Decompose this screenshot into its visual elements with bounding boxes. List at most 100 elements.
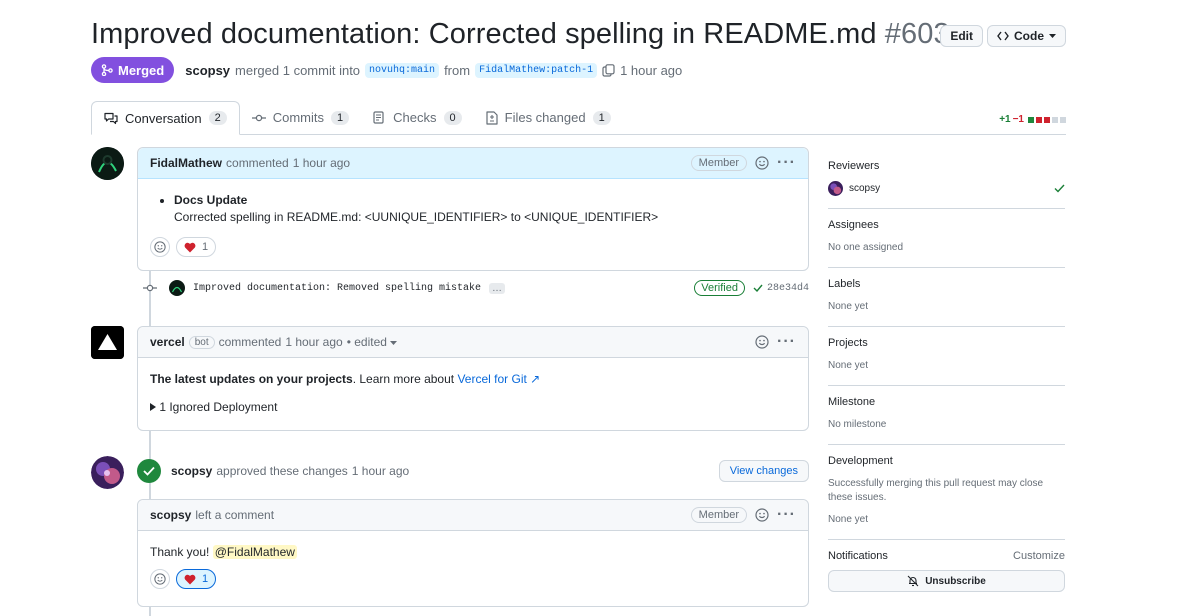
customize-link[interactable]: Customize bbox=[1013, 550, 1065, 562]
projects-title[interactable]: Projects bbox=[828, 337, 1065, 349]
tab-files-changed[interactable]: Files changed 1 bbox=[474, 101, 623, 134]
check-icon bbox=[753, 284, 763, 292]
caret-right-icon bbox=[150, 403, 156, 411]
review-time[interactable]: 1 hour ago bbox=[352, 464, 409, 478]
edit-button[interactable]: Edit bbox=[940, 25, 983, 47]
check-circle-icon bbox=[137, 459, 161, 483]
notifications-section: Notifications Customize Unsubscribe bbox=[828, 540, 1065, 604]
labels-section: Labels None yet bbox=[828, 268, 1065, 327]
bot-badge: bot bbox=[188, 335, 215, 349]
smiley-icon[interactable] bbox=[755, 335, 769, 349]
assignees-title[interactable]: Assignees bbox=[828, 219, 1065, 231]
comment-body: The latest updates on your projects. Lea… bbox=[138, 358, 808, 414]
comment-header: scopsy left a comment Member ··· bbox=[138, 500, 808, 531]
avatar[interactable] bbox=[169, 280, 185, 296]
file-diff-icon bbox=[486, 110, 498, 125]
reactions: 1 bbox=[138, 569, 808, 601]
bullet-title: Docs Update bbox=[174, 193, 248, 207]
checklist-icon bbox=[373, 111, 384, 124]
reactions: 1 bbox=[138, 237, 808, 269]
ignored-deployment-summary[interactable]: 1 Ignored Deployment bbox=[150, 400, 796, 414]
comment-author[interactable]: scopsy bbox=[150, 508, 191, 522]
copy-icon[interactable] bbox=[602, 63, 615, 77]
pr-title: Improved documentation: Corrected spelli… bbox=[91, 18, 950, 50]
pr-sidebar: Reviewers scopsy Assignees No one assign… bbox=[828, 150, 1065, 604]
reviewers-section: Reviewers scopsy bbox=[828, 150, 1065, 209]
heart-reaction[interactable]: 1 bbox=[176, 237, 217, 257]
labels-title[interactable]: Labels bbox=[828, 278, 1065, 290]
reviewers-title[interactable]: Reviewers bbox=[828, 160, 1065, 172]
notifications-title: Notifications Customize bbox=[828, 550, 1065, 562]
merger-link[interactable]: scopsy bbox=[185, 63, 230, 78]
check-icon bbox=[1054, 184, 1065, 193]
avatar bbox=[828, 181, 843, 196]
comment-header: vercel bot commented 1 hour ago • edited… bbox=[138, 327, 808, 358]
pr-tabs: Conversation 2 Commits 1 Checks 0 Files cha… bbox=[91, 101, 1066, 135]
commit-message[interactable]: Improved documentation: Removed spelling… bbox=[193, 283, 481, 294]
base-branch[interactable]: novuhq:main bbox=[365, 62, 440, 78]
kebab-menu-icon[interactable]: ··· bbox=[777, 334, 796, 350]
comment-time[interactable]: 1 hour ago bbox=[285, 335, 342, 349]
development-section: Development Successfully merging this pu… bbox=[828, 445, 1065, 540]
user-mention[interactable]: @FidalMathew bbox=[212, 545, 297, 559]
add-reaction-button[interactable] bbox=[150, 237, 170, 257]
comment-body: Thank you! @FidalMathew bbox=[150, 545, 297, 559]
comment-header: FidalMathew commented 1 hour ago Member … bbox=[138, 148, 808, 179]
pr-title-row: Improved documentation: Corrected spelli… bbox=[91, 18, 1066, 58]
heart-icon bbox=[184, 574, 196, 584]
role-badge: Member bbox=[690, 507, 748, 523]
avatar[interactable] bbox=[91, 147, 124, 180]
edited-dropdown[interactable]: • edited bbox=[347, 335, 398, 349]
unsubscribe-button[interactable]: Unsubscribe bbox=[828, 570, 1065, 592]
tab-checks[interactable]: Checks 0 bbox=[361, 101, 473, 134]
commit-sha[interactable]: 28e34d4 bbox=[753, 283, 809, 294]
smiley-icon[interactable] bbox=[755, 508, 769, 522]
comment-body: Docs Update Corrected spelling in README.… bbox=[138, 179, 808, 237]
comment-fidalmathew: FidalMathew commented 1 hour ago Member … bbox=[137, 147, 809, 271]
commit-row: Improved documentation: Removed spelling… bbox=[143, 278, 809, 298]
comment-discussion-icon bbox=[104, 112, 118, 124]
vercel-for-git-link[interactable]: Vercel for Git ↗ bbox=[457, 372, 540, 386]
smiley-icon bbox=[154, 573, 166, 585]
kebab-menu-icon[interactable]: ··· bbox=[777, 507, 796, 523]
caret-down-icon bbox=[390, 341, 398, 345]
bell-slash-icon bbox=[907, 575, 919, 587]
heart-reaction[interactable]: 1 bbox=[176, 569, 217, 589]
code-button[interactable]: Code bbox=[987, 25, 1066, 47]
review-author[interactable]: scopsy bbox=[171, 464, 212, 478]
kebab-menu-icon[interactable]: ··· bbox=[777, 155, 796, 171]
merge-time: 1 hour ago bbox=[620, 62, 683, 78]
comment-author[interactable]: FidalMathew bbox=[150, 156, 222, 170]
smiley-icon bbox=[154, 241, 166, 253]
add-reaction-button[interactable] bbox=[150, 569, 170, 589]
milestone-title[interactable]: Milestone bbox=[828, 396, 1065, 408]
reviewer-item[interactable]: scopsy bbox=[828, 181, 1065, 196]
tab-commits[interactable]: Commits 1 bbox=[240, 101, 361, 134]
caret-down-icon bbox=[1049, 33, 1056, 38]
role-badge: Member bbox=[690, 155, 748, 171]
projects-section: Projects None yet bbox=[828, 327, 1065, 386]
diffstat: +1 −1 bbox=[999, 114, 1066, 125]
expand-commit-button[interactable]: … bbox=[489, 282, 506, 294]
comment-author[interactable]: vercel bbox=[150, 335, 185, 349]
status-badge: Merged bbox=[91, 57, 175, 83]
comment-vercel: vercel bot commented 1 hour ago • edited… bbox=[137, 326, 809, 431]
milestone-section: Milestone No milestone bbox=[828, 386, 1065, 445]
head-branch[interactable]: FidalMathew:patch-1 bbox=[475, 62, 598, 78]
comment-time[interactable]: 1 hour ago bbox=[293, 156, 350, 170]
comment-scopsy: scopsy left a comment Member ··· Thank y… bbox=[137, 499, 809, 607]
development-title[interactable]: Development bbox=[828, 455, 1065, 467]
smiley-icon[interactable] bbox=[755, 156, 769, 170]
avatar[interactable] bbox=[91, 456, 124, 489]
view-changes-button[interactable]: View changes bbox=[718, 460, 809, 482]
tab-conversation[interactable]: Conversation 2 bbox=[91, 101, 240, 135]
heart-icon bbox=[184, 242, 196, 252]
bullet-text: Corrected spelling in README.md: <UUNIQU… bbox=[174, 210, 659, 224]
git-merge-icon bbox=[101, 64, 113, 76]
pr-meta: Merged scopsy merged 1 commit into novuh… bbox=[91, 57, 682, 83]
review-event: scopsy approved these changes 1 hour ago… bbox=[137, 458, 809, 484]
avatar[interactable] bbox=[91, 326, 124, 359]
assignees-section: Assignees No one assigned bbox=[828, 209, 1065, 268]
git-commit-icon bbox=[251, 114, 266, 121]
verified-badge[interactable]: Verified bbox=[694, 280, 745, 296]
